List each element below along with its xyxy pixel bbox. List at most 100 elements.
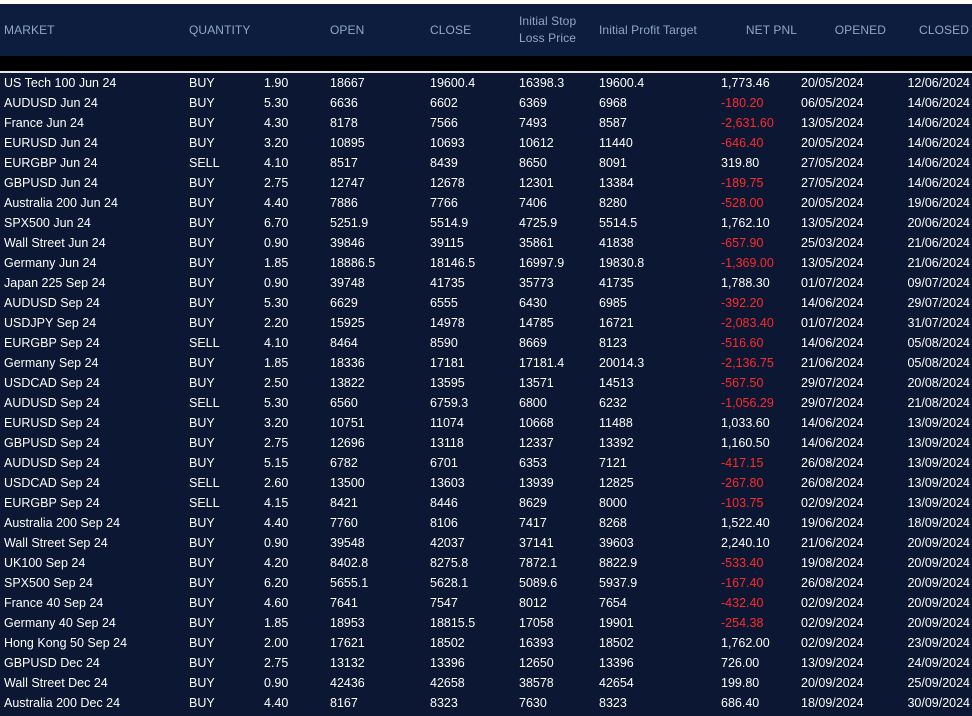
cell-profit-target: 39603: [599, 536, 634, 550]
table-row[interactable]: US Tech 100 Jun 24 BUY 1.90 18667 19600.4 163…: [0, 73, 972, 93]
cell-profit-target: 8587: [599, 116, 627, 130]
cell-open: 15925: [330, 316, 365, 330]
cell-open: 13132: [330, 656, 365, 670]
cell-opened: 27/05/2024: [801, 176, 864, 190]
table-row[interactable]: AUDUSD Sep 24 BUY 5.30 6629 6555 6430 6985 -392…: [0, 293, 972, 313]
table-row[interactable]: Australia 200 Dec 24 BUY 4.40 8167 8323 7630 8…: [0, 693, 972, 713]
cell-net-pnl: -417.15: [721, 456, 764, 470]
cell-stop-loss: 17181.4: [519, 356, 565, 370]
cell-side: BUY: [189, 696, 215, 710]
table-row[interactable]: GBPUSD Dec 24 BUY 2.75 13132 13396 12650 13396…: [0, 653, 972, 673]
cell-open: 8167: [330, 696, 358, 710]
table-row[interactable]: EURUSD Sep 24 BUY 3.20 10751 11074 10668 11488…: [0, 413, 972, 433]
table-row[interactable]: AUDUSD Sep 24 BUY 5.15 6782 6701 6353 7121 -417…: [0, 453, 972, 473]
table-row[interactable]: Hong Kong 50 Sep 24 BUY 2.00 17621 18502 1639…: [0, 633, 972, 653]
table-row[interactable]: Wall Street Sep 24 BUY 0.90 39548 42037 37141…: [0, 533, 972, 553]
table-row[interactable]: UK100 Sep 24 BUY 4.20 8402.8 8275.8 7872.1 882…: [0, 553, 972, 573]
cell-profit-target: 18502: [599, 636, 634, 650]
cell-side: BUY: [189, 116, 215, 130]
cell-profit-target: 8822.9: [599, 556, 638, 570]
cell-opened: 20/09/2024: [801, 676, 864, 690]
cell-quantity: 5.30: [264, 296, 289, 310]
cell-net-pnl: -1,056.29: [721, 396, 774, 410]
table-row[interactable]: GBPUSD Jun 24 BUY 2.75 12747 12678 12301 13384…: [0, 173, 972, 193]
table-row[interactable]: GBPUSD Sep 24 BUY 2.75 12696 13118 12337 13392…: [0, 433, 972, 453]
cell-stop-loss: 5089.6: [519, 576, 558, 590]
cell-market: Hong Kong 50 Sep 24: [4, 636, 128, 650]
cell-quantity: 5.30: [264, 396, 289, 410]
cell-open: 8178: [330, 116, 358, 130]
header-stop-loss[interactable]: Initial Stop Loss Price: [519, 4, 599, 56]
table-row[interactable]: Wall Street Dec 24 BUY 0.90 42436 42658 38578…: [0, 673, 972, 693]
cell-stop-loss: 7872.1: [519, 556, 558, 570]
cell-net-pnl: 726.00: [721, 656, 760, 670]
table-row[interactable]: France Jun 24 BUY 4.30 8178 7566 7493 8587 -2,6…: [0, 113, 972, 133]
cell-opened: 21/06/2024: [801, 356, 864, 370]
cell-quantity: 4.60: [264, 596, 289, 610]
header-profit-target[interactable]: Initial Profit Target: [599, 4, 724, 56]
table-row[interactable]: SPX500 Sep 24 BUY 6.20 5655.1 5628.1 5089.6 59…: [0, 573, 972, 593]
table-row[interactable]: France 40 Sep 24 BUY 4.60 7641 7547 8012 7654 -…: [0, 593, 972, 613]
header-market[interactable]: MARKET: [4, 4, 154, 56]
table-row[interactable]: EURGBP Sep 24 SELL 4.10 8464 8590 8669 8123 -51…: [0, 333, 972, 353]
cell-opened: 14/06/2024: [801, 436, 864, 450]
table-row[interactable]: USDCAD Sep 24 BUY 2.50 13822 13595 13571 14513…: [0, 373, 972, 393]
cell-opened: 20/05/2024: [801, 136, 864, 150]
header-close[interactable]: CLOSE: [430, 4, 510, 56]
table-row[interactable]: SPX500 Jun 24 BUY 6.70 5251.9 5514.9 4725.9 55…: [0, 213, 972, 233]
cell-close: 8106: [430, 516, 458, 530]
cell-quantity: 6.70: [264, 216, 289, 230]
cell-side: SELL: [189, 156, 220, 170]
cell-profit-target: 8268: [599, 516, 627, 530]
table-row[interactable]: EURGBP Sep 24 SELL 4.15 8421 8446 8629 8000 -10…: [0, 493, 972, 513]
cell-side: BUY: [189, 176, 215, 190]
cell-opened: 02/09/2024: [801, 616, 864, 630]
cell-stop-loss: 37141: [519, 536, 554, 550]
cell-profit-target: 41735: [599, 276, 634, 290]
cell-stop-loss: 12337: [519, 436, 554, 450]
cell-quantity: 4.40: [264, 696, 289, 710]
cell-market: EURGBP Jun 24: [4, 156, 98, 170]
table-row[interactable]: AUDUSD Jun 24 BUY 5.30 6636 6602 6369 6968 -180…: [0, 93, 972, 113]
cell-quantity: 1.85: [264, 356, 289, 370]
table-row[interactable]: USDJPY Sep 24 BUY 2.20 15925 14978 14785 16721…: [0, 313, 972, 333]
header-quantity[interactable]: QUANTITY: [189, 4, 279, 56]
cell-open: 7886: [330, 196, 358, 210]
cell-stop-loss: 10668: [519, 416, 554, 430]
cell-close: 8275.8: [430, 556, 469, 570]
cell-stop-loss: 38578: [519, 676, 554, 690]
table-row[interactable]: Germany 40 Sep 24 BUY 1.85 18953 18815.5 1705…: [0, 613, 972, 633]
cell-market: Wall Street Sep 24: [4, 536, 108, 550]
table-row[interactable]: USDCAD Sep 24 SELL 2.60 13500 13603 13939 1282…: [0, 473, 972, 493]
cell-open: 7641: [330, 596, 358, 610]
cell-quantity: 4.20: [264, 556, 289, 570]
cell-open: 18953: [330, 616, 365, 630]
cell-quantity: 3.20: [264, 416, 289, 430]
cell-quantity: 4.10: [264, 336, 289, 350]
table-row[interactable]: Australia 200 Jun 24 BUY 4.40 7886 7766 7406 8…: [0, 193, 972, 213]
cell-quantity: 4.10: [264, 156, 289, 170]
header-closed[interactable]: CLOSED: [890, 4, 969, 56]
cell-closed: 30/09/2024: [907, 696, 970, 710]
table-row[interactable]: Australia 200 Sep 24 BUY 4.40 7760 8106 7417 8…: [0, 513, 972, 533]
cell-stop-loss: 16997.9: [519, 256, 565, 270]
table-row[interactable]: AUDUSD Sep 24 SELL 5.30 6560 6759.3 6800 6232 -…: [0, 393, 972, 413]
cell-opened: 01/07/2024: [801, 276, 864, 290]
cell-opened: 14/06/2024: [801, 416, 864, 430]
cell-side: SELL: [189, 396, 220, 410]
cell-net-pnl: -180.20: [721, 96, 764, 110]
header-open[interactable]: OPEN: [330, 4, 410, 56]
table-row[interactable]: EURGBP Jun 24 SELL 4.10 8517 8439 8650 8091 319…: [0, 153, 972, 173]
header-net-pnl[interactable]: NET PNL: [720, 4, 797, 56]
cell-opened: 01/07/2024: [801, 316, 864, 330]
table-row[interactable]: EURUSD Jun 24 BUY 3.20 10895 10693 10612 11440…: [0, 133, 972, 153]
cell-net-pnl: -2,083.40: [721, 316, 774, 330]
table-row[interactable]: Germany Jun 24 BUY 1.85 18886.5 18146.5 16997…: [0, 253, 972, 273]
cell-profit-target: 13396: [599, 656, 634, 670]
cell-side: BUY: [189, 516, 215, 530]
table-row[interactable]: Japan 225 Sep 24 BUY 0.90 39748 41735 35773 41…: [0, 273, 972, 293]
table-row[interactable]: Germany Sep 24 BUY 1.85 18336 17181 17181.4 20…: [0, 353, 972, 373]
cell-profit-target: 12825: [599, 476, 634, 490]
table-row[interactable]: Wall Street Jun 24 BUY 0.90 39846 39115 35861…: [0, 233, 972, 253]
header-opened[interactable]: OPENED: [800, 4, 886, 56]
